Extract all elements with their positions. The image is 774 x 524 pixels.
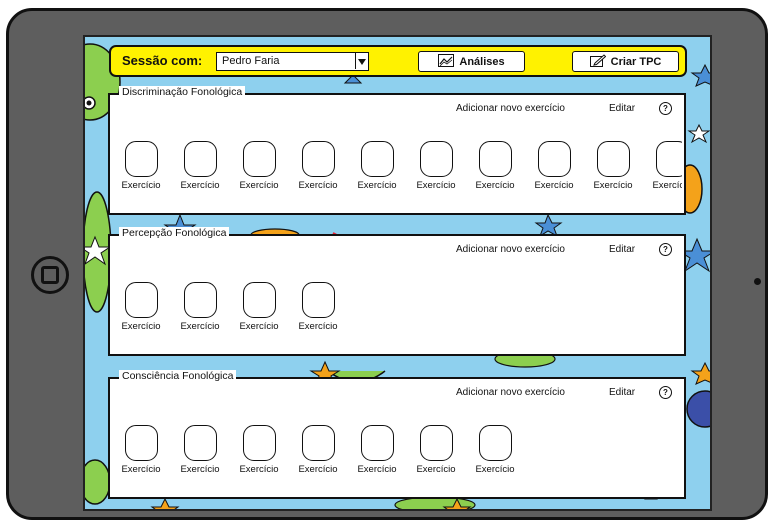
edit-link[interactable]: Editar xyxy=(609,103,635,114)
exercise-label: Exercício xyxy=(593,180,633,191)
exercise-label: Exercício xyxy=(180,321,220,332)
exercise-label: Exercício xyxy=(180,464,220,475)
app-screen: Sessão com: Pedro Faria Análises Criar T… xyxy=(83,35,712,511)
exercise-list: Exercício Exercício Exercício Exercício Exer… xyxy=(118,425,682,475)
exercise-thumbnail[interactable] xyxy=(360,425,394,461)
exercise-label: Exercício xyxy=(121,321,161,332)
exercise-label: Exercício xyxy=(239,464,279,475)
exercise-tile[interactable]: Exercício xyxy=(177,282,223,332)
exercise-tile[interactable]: Exercício xyxy=(118,425,164,475)
exercise-thumbnail[interactable] xyxy=(242,425,276,461)
exercise-label: Exercício xyxy=(416,464,456,475)
exercise-label: Exercício xyxy=(298,180,338,191)
section-consciencia: Consciência Fonológica Adicionar novo ex… xyxy=(108,370,686,499)
exercise-thumbnail[interactable] xyxy=(183,141,217,177)
exercise-label: Exercício xyxy=(121,464,161,475)
exercise-thumbnail[interactable] xyxy=(183,282,217,318)
exercise-list: Exercício Exercício Exercício Exercício xyxy=(118,282,682,332)
edit-link[interactable]: Editar xyxy=(609,244,635,255)
home-button[interactable] xyxy=(31,256,69,294)
exercise-thumbnail[interactable] xyxy=(183,425,217,461)
exercise-label: Exercício xyxy=(180,180,220,191)
exercise-tile[interactable]: Exercício xyxy=(118,282,164,332)
exercise-thumbnail[interactable] xyxy=(242,141,276,177)
exercise-list: Exercício Exercício Exercício Exercício Exer… xyxy=(118,141,682,191)
exercise-thumbnail[interactable] xyxy=(419,141,453,177)
exercise-tile[interactable]: Exercício xyxy=(236,141,282,191)
exercise-label: Exercício xyxy=(121,180,161,191)
analyses-button[interactable]: Análises xyxy=(418,51,525,72)
exercise-label: Exercício xyxy=(652,180,682,191)
camera-dot xyxy=(754,278,761,285)
section-title: Percepção Fonológica xyxy=(119,227,230,240)
help-icon[interactable]: ? xyxy=(659,386,672,399)
exercise-tile[interactable]: Exercício xyxy=(236,282,282,332)
exercise-label: Exercício xyxy=(239,321,279,332)
exercise-thumbnail[interactable] xyxy=(419,425,453,461)
exercise-label: Exercício xyxy=(357,180,397,191)
exercise-tile[interactable]: Exercício xyxy=(236,425,282,475)
edit-icon xyxy=(589,53,606,70)
section-discriminacao: Discriminação Fonológica Adicionar novo … xyxy=(108,86,686,215)
chevron-down-icon[interactable] xyxy=(355,53,368,69)
exercise-tile[interactable]: Exercício xyxy=(177,425,223,475)
exercise-tile[interactable]: Exercício xyxy=(413,141,459,191)
session-toolbar: Sessão com: Pedro Faria Análises Criar T… xyxy=(109,45,687,77)
create-homework-button[interactable]: Criar TPC xyxy=(572,51,679,72)
help-icon[interactable]: ? xyxy=(659,102,672,115)
patient-select[interactable]: Pedro Faria xyxy=(216,52,369,71)
create-homework-label: Criar TPC xyxy=(610,55,662,68)
exercise-thumbnail[interactable] xyxy=(124,425,158,461)
exercise-label: Exercício xyxy=(239,180,279,191)
exercise-tile[interactable]: Exercício xyxy=(472,425,518,475)
exercise-tile[interactable]: Exercício xyxy=(531,141,577,191)
exercise-tile[interactable]: Exercício xyxy=(354,425,400,475)
exercise-thumbnail[interactable] xyxy=(360,141,394,177)
exercise-tile[interactable]: Exercício xyxy=(295,425,341,475)
session-label: Sessão com: xyxy=(122,53,203,68)
add-exercise-link[interactable]: Adicionar novo exercício xyxy=(456,103,565,114)
exercise-tile[interactable]: Exercício xyxy=(590,141,636,191)
exercise-thumbnail[interactable] xyxy=(124,282,158,318)
exercise-tile[interactable]: Exercício xyxy=(649,141,682,191)
add-exercise-link[interactable]: Adicionar novo exercício xyxy=(456,244,565,255)
exercise-thumbnail[interactable] xyxy=(596,141,630,177)
exercise-tile[interactable]: Exercício xyxy=(118,141,164,191)
exercise-label: Exercício xyxy=(416,180,456,191)
exercise-label: Exercício xyxy=(298,321,338,332)
exercise-label: Exercício xyxy=(475,180,515,191)
exercise-label: Exercício xyxy=(534,180,574,191)
analyses-button-label: Análises xyxy=(459,55,505,68)
exercise-thumbnail[interactable] xyxy=(655,141,682,177)
exercise-thumbnail[interactable] xyxy=(537,141,571,177)
exercise-thumbnail[interactable] xyxy=(301,425,335,461)
exercise-tile[interactable]: Exercício xyxy=(354,141,400,191)
exercise-label: Exercício xyxy=(357,464,397,475)
exercise-label: Exercício xyxy=(298,464,338,475)
exercise-label: Exercício xyxy=(475,464,515,475)
help-icon[interactable]: ? xyxy=(659,243,672,256)
exercise-tile[interactable]: Exercício xyxy=(177,141,223,191)
exercise-tile[interactable]: Exercício xyxy=(413,425,459,475)
exercise-thumbnail[interactable] xyxy=(301,282,335,318)
edit-link[interactable]: Editar xyxy=(609,387,635,398)
section-title: Consciência Fonológica xyxy=(119,370,237,383)
exercise-thumbnail[interactable] xyxy=(242,282,276,318)
exercise-thumbnail[interactable] xyxy=(124,141,158,177)
patient-select-value: Pedro Faria xyxy=(222,55,280,67)
exercise-tile[interactable]: Exercício xyxy=(295,282,341,332)
chart-icon xyxy=(438,53,455,70)
exercise-tile[interactable]: Exercício xyxy=(295,141,341,191)
section-percepcao: Percepção Fonológica Adicionar novo exer… xyxy=(108,227,686,356)
add-exercise-link[interactable]: Adicionar novo exercício xyxy=(456,387,565,398)
exercise-thumbnail[interactable] xyxy=(478,141,512,177)
exercise-tile[interactable]: Exercício xyxy=(472,141,518,191)
section-title: Discriminação Fonológica xyxy=(119,86,246,99)
exercise-thumbnail[interactable] xyxy=(301,141,335,177)
home-button-icon xyxy=(41,266,59,284)
exercise-thumbnail[interactable] xyxy=(478,425,512,461)
